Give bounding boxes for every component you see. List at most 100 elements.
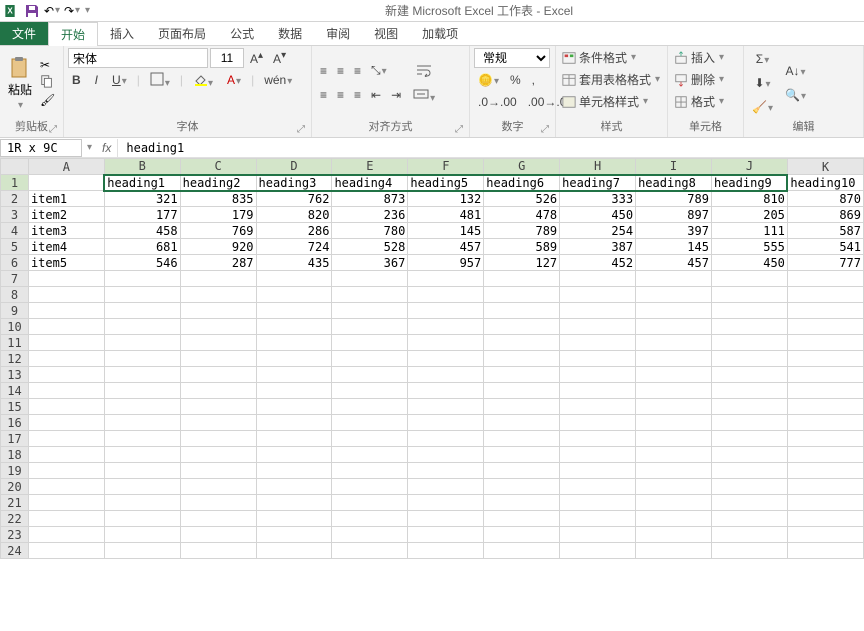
cell[interactable]	[332, 495, 408, 511]
cell[interactable]	[560, 527, 636, 543]
cell[interactable]: heading2	[180, 175, 256, 191]
cell[interactable]	[636, 543, 712, 559]
cell[interactable]: item2	[28, 207, 104, 223]
cell[interactable]	[560, 271, 636, 287]
cell[interactable]: 587	[787, 223, 863, 239]
merge-center-button[interactable]: ▾	[409, 85, 439, 105]
autosum-button[interactable]: Σ▾	[748, 49, 777, 69]
cell[interactable]	[332, 271, 408, 287]
row-header[interactable]: 2	[1, 191, 29, 207]
column-header[interactable]: G	[484, 159, 560, 175]
column-header[interactable]: C	[180, 159, 256, 175]
cell[interactable]	[408, 335, 484, 351]
cell[interactable]	[408, 447, 484, 463]
cell[interactable]: 777	[787, 255, 863, 271]
row-header[interactable]: 3	[1, 207, 29, 223]
cell[interactable]	[711, 527, 787, 543]
cell[interactable]	[332, 351, 408, 367]
align-top-icon[interactable]: ≡	[316, 61, 331, 81]
cell[interactable]	[28, 271, 104, 287]
cell[interactable]	[180, 511, 256, 527]
cell[interactable]	[256, 543, 332, 559]
cell[interactable]	[408, 287, 484, 303]
cell[interactable]: heading6	[484, 175, 560, 191]
cell[interactable]	[28, 175, 104, 191]
cell[interactable]: 789	[484, 223, 560, 239]
cell[interactable]	[560, 543, 636, 559]
cell[interactable]	[787, 287, 863, 303]
cell[interactable]	[787, 335, 863, 351]
cell[interactable]	[711, 319, 787, 335]
fill-button[interactable]: ⬇▾	[748, 73, 777, 93]
cell[interactable]	[636, 303, 712, 319]
cell[interactable]: 769	[180, 223, 256, 239]
cell[interactable]	[180, 335, 256, 351]
tab-view[interactable]: 视图	[362, 22, 410, 45]
cell[interactable]	[787, 367, 863, 383]
cell[interactable]	[104, 351, 180, 367]
cell[interactable]: 132	[408, 191, 484, 207]
row-header[interactable]: 24	[1, 543, 29, 559]
cell[interactable]	[332, 367, 408, 383]
align-center-icon[interactable]: ≡	[333, 85, 348, 105]
cell[interactable]	[408, 399, 484, 415]
cell[interactable]	[560, 303, 636, 319]
insert-cells-button[interactable]: 插入▾	[672, 48, 739, 67]
tab-formulas[interactable]: 公式	[218, 22, 266, 45]
cell[interactable]: item1	[28, 191, 104, 207]
accounting-format-icon[interactable]: 🪙▾	[474, 70, 503, 90]
cell[interactable]	[711, 351, 787, 367]
qat-dropdown-icon[interactable]: ▾	[85, 5, 90, 16]
row-header[interactable]: 23	[1, 527, 29, 543]
decrease-indent-icon[interactable]: ⇤	[367, 85, 385, 105]
cell[interactable]	[256, 431, 332, 447]
cell-styles-button[interactable]: 单元格样式▾	[560, 92, 663, 111]
cell[interactable]	[787, 431, 863, 447]
font-launcher-icon[interactable]: ⤢	[297, 124, 305, 135]
cell[interactable]	[28, 527, 104, 543]
cell[interactable]	[636, 383, 712, 399]
worksheet-grid[interactable]: ABCDEFGHIJK1heading1heading2heading3head…	[0, 158, 864, 631]
cell[interactable]	[560, 463, 636, 479]
cell[interactable]	[104, 543, 180, 559]
cell[interactable]	[408, 527, 484, 543]
cut-icon[interactable]: ✂	[40, 58, 55, 72]
cell[interactable]	[256, 303, 332, 319]
cell[interactable]	[104, 271, 180, 287]
find-select-button[interactable]: 🔍▾	[781, 85, 810, 105]
cell[interactable]	[332, 479, 408, 495]
cell[interactable]: heading1	[104, 175, 180, 191]
cell[interactable]	[256, 335, 332, 351]
cell[interactable]: heading8	[636, 175, 712, 191]
cell[interactable]: heading5	[408, 175, 484, 191]
cell[interactable]	[711, 447, 787, 463]
cell[interactable]	[256, 351, 332, 367]
number-format-select[interactable]: 常规	[474, 48, 550, 68]
cell[interactable]	[484, 383, 560, 399]
format-as-table-button[interactable]: 套用表格格式▾	[560, 70, 663, 89]
cell[interactable]	[787, 271, 863, 287]
cell[interactable]	[104, 463, 180, 479]
cell[interactable]	[28, 495, 104, 511]
tab-page-layout[interactable]: 页面布局	[146, 22, 218, 45]
cell[interactable]	[180, 463, 256, 479]
cell[interactable]	[711, 543, 787, 559]
cell[interactable]: 458	[104, 223, 180, 239]
cell[interactable]: 205	[711, 207, 787, 223]
cell[interactable]	[711, 399, 787, 415]
cell[interactable]: 810	[711, 191, 787, 207]
cell[interactable]: item4	[28, 239, 104, 255]
cell[interactable]	[560, 447, 636, 463]
cell[interactable]	[484, 415, 560, 431]
bold-button[interactable]: B	[68, 70, 85, 90]
cell[interactable]	[484, 527, 560, 543]
cell[interactable]	[332, 303, 408, 319]
percent-format-icon[interactable]: %	[506, 70, 525, 90]
cell[interactable]	[256, 383, 332, 399]
column-header[interactable]: K	[787, 159, 863, 175]
paste-button[interactable]: 粘贴 ▾	[4, 53, 36, 113]
cell[interactable]: 321	[104, 191, 180, 207]
cell[interactable]: 873	[332, 191, 408, 207]
cell[interactable]	[104, 367, 180, 383]
cell[interactable]	[711, 495, 787, 511]
